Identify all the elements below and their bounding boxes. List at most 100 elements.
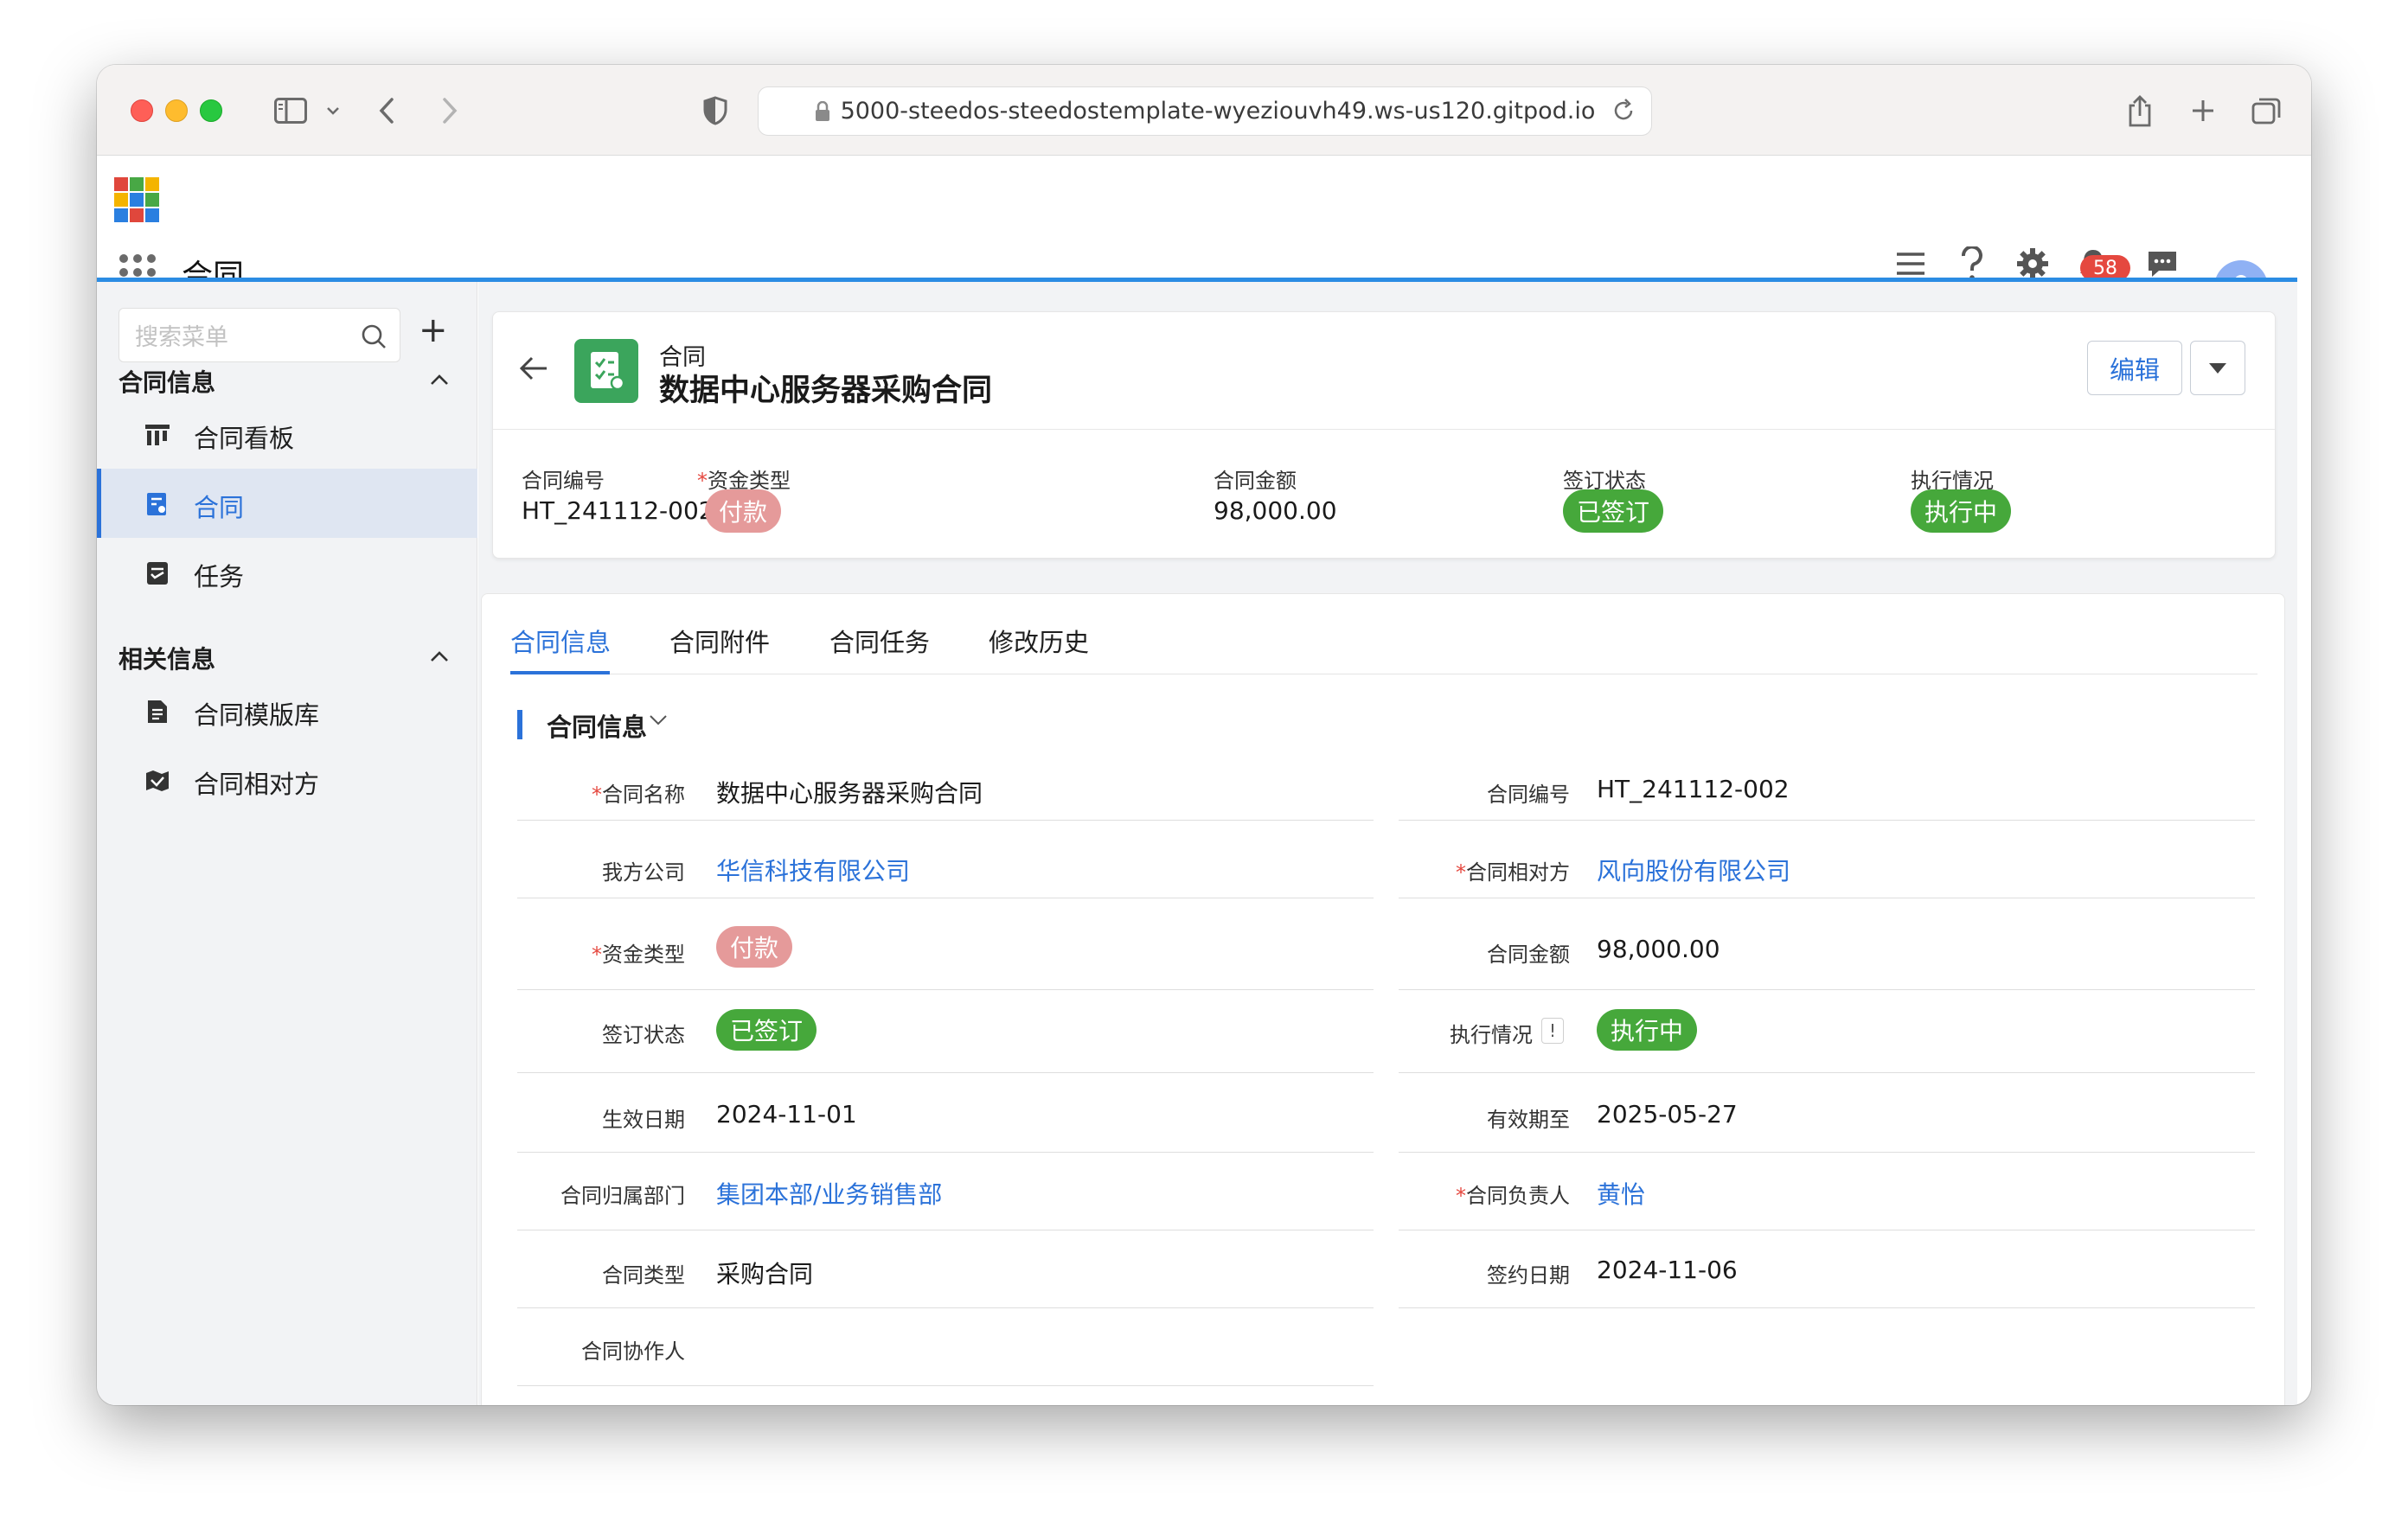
field-amount: 98,000.00 [1597, 935, 1720, 963]
highlight-label: 合同金额 [1214, 469, 1297, 493]
reload-icon[interactable] [1611, 98, 1636, 127]
required-marker: * [592, 943, 602, 967]
tab-contract-tasks[interactable]: 合同任务 [829, 623, 930, 659]
field-counterparty-link[interactable]: 风向股份有限公司 [1597, 853, 1790, 887]
field-label: 有效期至 [1487, 1108, 1570, 1132]
chevron-down-icon[interactable] [320, 91, 346, 131]
sidebar-group-contract-info[interactable]: 合同信息 [118, 364, 215, 399]
tab-change-history[interactable]: 修改历史 [989, 623, 1089, 659]
menu-search-input[interactable]: 搜索菜单 [118, 308, 400, 362]
field-label: 合同负责人 [1466, 1184, 1570, 1208]
highlight-sign-status-pill: 已签订 [1563, 489, 1664, 533]
sidebar-item-counterparty[interactable]: 合同相对方 [97, 745, 477, 815]
card-divider [493, 429, 2275, 430]
section-title[interactable]: 合同信息 [547, 707, 647, 744]
highlight-amount: 98,000.00 [1214, 496, 1337, 525]
required-marker: * [592, 783, 602, 807]
chevron-up-icon[interactable] [430, 373, 449, 389]
field-label-wrapper: *合同相对方 [1456, 855, 1570, 885]
contract-record-icon [574, 339, 638, 403]
add-menu-button[interactable]: + [419, 313, 448, 348]
field-start-date: 2024-11-01 [716, 1100, 857, 1128]
field-contract-type: 采购合同 [716, 1260, 814, 1288]
field-label: 合同金额 [1487, 943, 1570, 967]
sidebar-item-task[interactable]: 任务 [97, 538, 477, 607]
field-row: 有效期至 2025-05-27 [1399, 1073, 2255, 1153]
chevron-up-icon[interactable] [430, 649, 449, 666]
field-row: 生效日期 2024-11-01 [517, 1073, 1374, 1153]
kanban-icon [144, 422, 170, 448]
edit-button[interactable]: 编辑 [2087, 341, 2182, 395]
zoom-window-button[interactable] [200, 99, 222, 122]
highlight-fund-type-pill: 付款 [705, 489, 782, 533]
brand-logo[interactable] [114, 177, 159, 222]
address-bar[interactable]: 5000-steedos-steedostemplate-wyeziouvh49… [758, 86, 1652, 136]
field-label: 合同相对方 [1466, 860, 1570, 885]
sidebar-item-contract[interactable]: 合同 [97, 469, 477, 538]
field-row: 合同协作人 [517, 1308, 1374, 1386]
field-label: 我方公司 [602, 860, 685, 885]
new-tab-icon[interactable] [2186, 91, 2220, 131]
field-contract-name: 数据中心服务器采购合同 [716, 779, 983, 808]
browser-toolbar: 5000-steedos-steedostemplate-wyeziouvh49… [97, 65, 2311, 156]
sidebar-item-label: 合同 [194, 493, 245, 522]
record-title: 数据中心服务器采购合同 [659, 374, 993, 408]
field-label: 签订状态 [602, 1023, 685, 1047]
field-label-wrapper: *合同名称 [592, 777, 685, 808]
tab-contract-attachments[interactable]: 合同附件 [669, 623, 770, 659]
tab-contract-info[interactable]: 合同信息 [510, 623, 611, 659]
close-window-button[interactable] [131, 99, 153, 122]
field-our-company-link[interactable]: 华信科技有限公司 [716, 853, 910, 887]
sidebar-group-related-info[interactable]: 相关信息 [118, 641, 215, 675]
field-exec-status-pill: 执行中 [1597, 1009, 1698, 1051]
share-icon[interactable] [2123, 91, 2157, 131]
chevron-down-icon[interactable] [649, 713, 668, 730]
back-arrow-icon[interactable] [519, 355, 548, 385]
more-actions-button[interactable] [2190, 341, 2245, 395]
sidebar-item-label: 任务 [194, 562, 245, 591]
search-icon[interactable] [360, 323, 387, 356]
exclamation-icon[interactable]: ! [1541, 1018, 1564, 1044]
field-row: 签订状态 已签订 [517, 990, 1374, 1073]
field-label: 合同协作人 [581, 1339, 685, 1364]
lock-icon [815, 100, 829, 121]
app-header: 合同 58 [97, 156, 2297, 314]
required-marker: * [697, 469, 708, 493]
sidebar-item-template-library[interactable]: 合同模版库 [97, 676, 477, 745]
sidebar-toggle-icon[interactable] [265, 91, 317, 131]
highlight-contract-code: HT_241112-002 [522, 496, 714, 525]
field-label: 签约日期 [1487, 1263, 1570, 1288]
field-label: 合同编号 [1487, 783, 1570, 807]
tab-overview-icon[interactable] [2249, 91, 2283, 131]
required-marker: * [1456, 1184, 1466, 1208]
field-label-wrapper: *资金类型 [592, 937, 685, 968]
field-row: 合同类型 采购合同 [517, 1230, 1374, 1308]
field-contract-code: HT_241112-002 [1597, 775, 1790, 803]
field-sign-date: 2024-11-06 [1597, 1256, 1738, 1284]
active-tab-indicator [510, 671, 610, 674]
back-icon[interactable] [369, 91, 404, 131]
field-row: *资金类型 付款 [517, 907, 1374, 990]
url-text: 5000-steedos-steedostemplate-wyeziouvh49… [840, 98, 1596, 125]
field-department-link[interactable]: 集团本部/业务销售部 [716, 1176, 942, 1211]
field-row: *合同名称 数据中心服务器采购合同 [517, 751, 1374, 821]
shield-icon[interactable] [698, 91, 733, 131]
field-row: *合同相对方 风向股份有限公司 [1399, 829, 2255, 898]
caret-down-icon [2209, 362, 2226, 374]
minimize-window-button[interactable] [165, 99, 188, 122]
field-owner-link[interactable]: 黄怡 [1597, 1176, 1645, 1211]
field-row: 合同编号 HT_241112-002 [1399, 751, 2255, 821]
task-icon [144, 560, 170, 586]
sidebar-item-label: 合同模版库 [194, 700, 320, 730]
sidebar-item-contract-kanban[interactable]: 合同看板 [97, 399, 477, 469]
field-row: 我方公司 华信科技有限公司 [517, 829, 1374, 898]
field-label: 生效日期 [602, 1108, 685, 1132]
detail-panel: 合同信息 合同附件 合同任务 修改历史 合同信息 *合同名称 数据中心服务器采购… [481, 593, 2285, 1405]
sidebar: 搜索菜单 + 合同信息 合同看板 合同 任务 相关信息 合同模版库 合同相对方 [97, 282, 477, 1405]
forward-icon[interactable] [432, 91, 467, 131]
field-row: *合同负责人 黄怡 [1399, 1153, 2255, 1230]
sidebar-item-label: 合同看板 [194, 424, 295, 453]
field-label-wrapper: *合同负责人 [1456, 1179, 1570, 1209]
field-row: 合同金额 98,000.00 [1399, 907, 2255, 990]
field-label: 合同名称 [602, 783, 685, 807]
